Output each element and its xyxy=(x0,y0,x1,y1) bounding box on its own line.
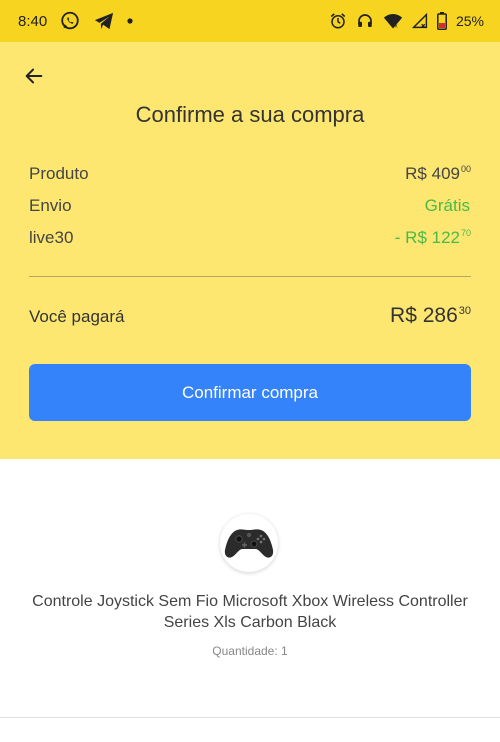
product-price-row: Produto R$ 40900 xyxy=(29,164,471,184)
whatsapp-icon xyxy=(59,10,81,32)
alarm-icon xyxy=(329,12,347,30)
coupon-discount-value: - R$ 12270 xyxy=(394,228,471,247)
bottom-divider xyxy=(0,717,500,718)
summary-divider xyxy=(29,276,471,277)
game-controller-icon xyxy=(224,529,274,558)
signal-icon xyxy=(411,13,428,29)
coupon-row: live30 - R$ 12270 xyxy=(29,228,471,248)
shipping-value: Grátis xyxy=(424,196,470,215)
product-name: Controle Joystick Sem Fio Microsoft Xbox… xyxy=(32,593,468,631)
wifi-icon: x xyxy=(383,12,403,30)
back-button[interactable] xyxy=(18,60,50,92)
confirm-purchase-button[interactable]: Confirmar compra xyxy=(29,364,471,421)
product-section: Controle Joystick Sem Fio Microsoft Xbox… xyxy=(0,459,500,718)
product-thumbnail xyxy=(220,514,278,572)
coupon-label: live30 xyxy=(29,228,74,247)
svg-text:x: x xyxy=(395,24,398,30)
telegram-icon xyxy=(93,11,115,31)
headset-icon xyxy=(356,12,374,30)
product-price-value: R$ 40900 xyxy=(405,164,471,183)
notification-dot-icon xyxy=(127,18,133,24)
status-time: 8:40 xyxy=(18,12,48,30)
purchase-summary: Confirme a sua compra Produto R$ 40900 E… xyxy=(0,42,500,459)
total-label: Você pagará xyxy=(29,307,125,326)
product-price-label: Produto xyxy=(29,164,89,183)
total-row: Você pagará R$ 28630 xyxy=(29,304,471,328)
product-quantity: Quantidade: 1 xyxy=(212,644,288,658)
status-bar: 8:40 x 25% xyxy=(0,0,500,42)
page-title: Confirme a sua compra xyxy=(135,102,365,127)
battery-icon xyxy=(437,12,447,30)
shipping-label: Envio xyxy=(29,196,72,215)
shipping-row: Envio Grátis xyxy=(29,196,471,216)
back-arrow-icon xyxy=(25,68,43,84)
battery-percent: 25% xyxy=(455,13,484,29)
total-value: R$ 28630 xyxy=(390,304,471,327)
